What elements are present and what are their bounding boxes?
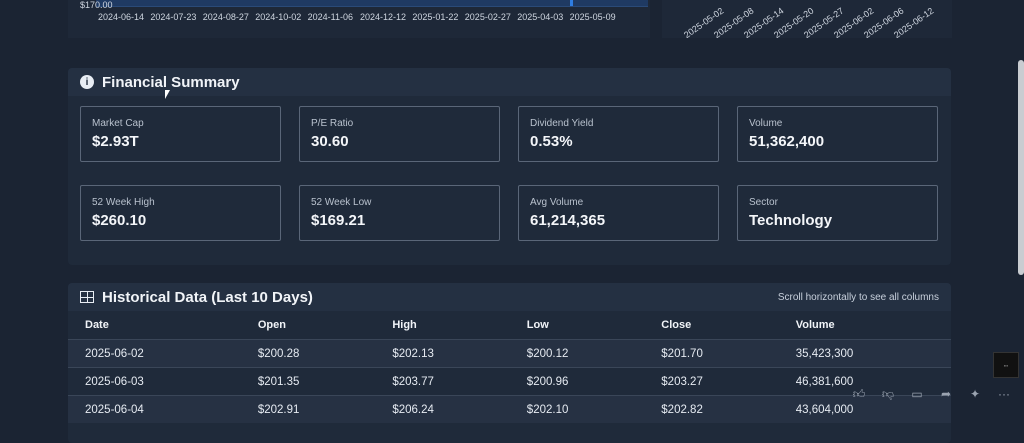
financial-summary-header: i Financial Summary [68,68,951,96]
card-value: 0.53% [530,133,573,150]
table-cell: 2025-06-04 [68,395,241,423]
table-cell: $201.35 [240,367,376,396]
card-label: Dividend Yield [530,118,594,129]
thumbs-down-icon[interactable]: 👎︎ [881,387,895,401]
card-value: $2.93T [92,133,139,150]
financial-summary-panel: i Financial Summary Market Cap $2.93T P/E … [68,68,951,265]
x-tick-label: 2024-11-06 [307,12,353,22]
historical-table: Date Open High Low Close Volume 2025-06-02 $20… [68,311,951,423]
card-label: P/E Ratio [311,118,354,129]
table-row: 2025-06-02 $200.28 $202.13 $200.12 $201.70 35… [68,339,951,368]
y-tick-label: $170.00 [80,0,113,10]
table-body: 2025-06-02 $200.28 $202.13 $200.12 $201.70 35… [68,339,951,423]
card-label: Sector [749,197,778,208]
more-icon[interactable]: ··· [997,387,1011,401]
summary-card: 52 Week High $260.10 [80,185,281,241]
column-header[interactable]: Date [68,311,241,340]
x-tick-label: 2024-07-23 [150,12,197,22]
x-tick-label: 2025-02-27 [464,12,511,22]
table-wrapper[interactable]: Date Open High Low Close Volume 2025-06-02 $20… [68,311,951,423]
feedback-toolbar: 👍︎ 👎︎ ▭ ➦ ✦ ··· [852,387,1011,401]
share-icon[interactable]: ➦ [939,387,953,401]
column-header[interactable]: Open [241,311,375,340]
table-cell: $200.28 [240,339,376,368]
card-value: 30.60 [311,133,349,150]
card-label: Volume [749,118,783,129]
card-label: 52 Week Low [311,197,372,208]
card-label: 52 Week High [92,197,155,208]
table-cell: 2025-06-03 [68,367,241,396]
summary-card: Dividend Yield 0.53% [518,106,719,162]
card-label: Avg Volume [530,197,584,208]
panel-title: Historical Data (Last 10 Days) [102,288,313,306]
chart-plot-area [96,0,648,7]
x-tick-label: 2024-10-02 [255,12,302,22]
table-cell: $203.27 [644,367,779,396]
table-cell: $202.10 [509,395,645,423]
summary-card: Volume 51,362,400 [737,106,938,162]
table-cell: $202.82 [644,395,779,423]
column-header[interactable]: Close [644,311,778,340]
summary-card: Avg Volume 61,214,365 [518,185,719,241]
card-value: Technology [749,212,833,229]
volume-chart: 2025-05-02 2025-05-08 2025-05-14 2025-05-20… [662,0,952,38]
table-cell: $200.96 [509,367,645,396]
summary-card: Market Cap $2.93T [80,106,281,162]
summary-card: Sector Technology [737,185,938,241]
sparkle-icon[interactable]: ✦ [968,387,982,401]
x-tick-label: 2024-08-27 [202,12,249,22]
x-tick-label: 2025-01-22 [412,12,459,22]
summary-card: P/E Ratio 30.60 [299,106,500,162]
column-header[interactable]: Volume [779,311,951,340]
x-tick-label: 2025-05-09 [569,12,616,22]
table-cell: 2025-06-02 [68,339,241,368]
table-cell: $200.12 [509,339,645,368]
card-value: $169.21 [311,212,366,229]
table-row: 2025-06-03 $201.35 $203.77 $200.96 $203.27 46… [68,367,951,396]
table-header-row: Date Open High Low Close Volume [68,311,951,340]
table-cell: $202.13 [375,339,510,368]
table-cell: $202.91 [240,395,376,423]
x-tick-label: 2024-12-12 [360,12,407,22]
scroll-hint: Scroll horizontally to see all columns [777,291,939,303]
historical-header: Historical Data (Last 10 Days) Scroll ho… [68,283,951,311]
x-tick-label: 2024-06-14 [98,12,145,22]
thumbs-up-icon[interactable]: 👍︎ [852,387,866,401]
table-row: 2025-06-04 $202.91 $206.24 $202.10 $202.82 43… [68,395,951,423]
info-icon: i [80,75,94,89]
card-label: Market Cap [92,118,144,129]
price-chart: $170.00 2024-06-14 2024-07-23 2024-08-27 20… [68,0,650,38]
x-tick-label: 2025-04-03 [517,12,564,22]
thumbnail-preview[interactable]: ▪▪▪ [993,352,1019,378]
panel-title: Financial Summary [102,73,240,91]
mouse-cursor-icon [165,90,170,99]
table-cell: $203.77 [375,367,510,396]
table-cell: $201.70 [644,339,779,368]
chart-highlight-mark [570,0,573,6]
column-header[interactable]: Low [510,311,644,340]
summary-card: 52 Week Low $169.21 [299,185,500,241]
column-header[interactable]: High [375,311,509,340]
card-value: 61,214,365 [530,212,606,229]
table-icon [80,291,94,303]
page-scrollbar[interactable] [1018,60,1024,275]
comment-icon[interactable]: ▭ [910,387,924,401]
historical-data-panel: Historical Data (Last 10 Days) Scroll ho… [68,283,951,443]
table-cell: 35,423,300 [778,339,951,368]
table-cell: $206.24 [375,395,510,423]
x-axis-ticks: 2024-06-14 2024-07-23 2024-08-27 2024-10-02… [96,12,656,26]
card-value: 51,362,400 [749,133,825,150]
card-value: $260.10 [92,212,147,229]
